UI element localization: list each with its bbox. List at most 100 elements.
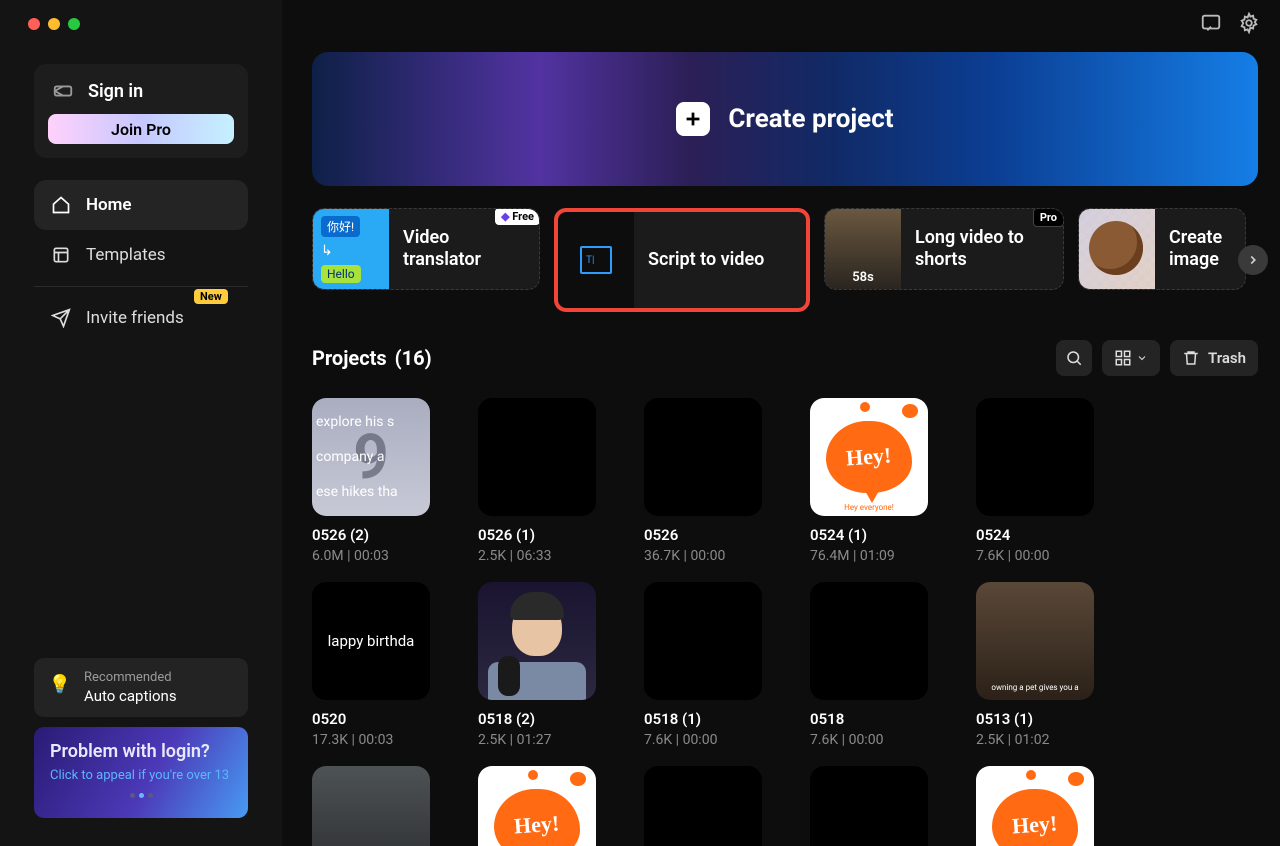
recommended-feature: Auto captions	[84, 687, 177, 705]
project-thumbnail	[644, 766, 762, 846]
tool-label: Script to video	[648, 249, 764, 272]
project-meta: 2.5K | 01:27	[478, 732, 596, 748]
project-thumbnail	[644, 398, 762, 516]
projects-count: (16)	[395, 346, 432, 370]
tools-scroll-right[interactable]	[1238, 245, 1268, 275]
tool-long-to-shorts[interactable]: 58s Long video to shorts Pro	[824, 208, 1064, 290]
sidebar-item-home[interactable]: Home	[34, 180, 248, 230]
project-thumbnail: Hey!Hey everyone!	[478, 766, 596, 846]
project-name: 0520	[312, 710, 430, 728]
project-thumbnail: Hey!Hey everyone!	[810, 398, 928, 516]
project-name: 0526 (1)	[478, 526, 596, 544]
feedback-icon[interactable]	[1200, 12, 1222, 34]
project-thumbnail: struggling with depression.	[312, 766, 430, 846]
project-meta: 2.5K | 01:02	[976, 732, 1094, 748]
project-name: 0526	[644, 526, 762, 544]
send-icon	[50, 307, 72, 329]
join-pro-button[interactable]: Join Pro	[48, 114, 234, 144]
project-meta: 6.0M | 00:03	[312, 548, 430, 564]
project-card[interactable]: 9explore his scompany aese hikes tha 0526…	[312, 398, 430, 564]
settings-icon[interactable]	[1238, 12, 1260, 34]
project-card[interactable]: owning a pet gives you a 0513 (1) 2.5K | 0…	[976, 582, 1094, 748]
project-meta: 7.6K | 00:00	[644, 732, 762, 748]
recommended-label: Recommended	[84, 670, 177, 685]
project-thumbnail: Hey!Hey everyone!	[976, 766, 1094, 846]
project-card[interactable]: 0526 (1) 2.5K | 06:33	[478, 398, 596, 564]
sidebar-item-label: Templates	[86, 245, 166, 265]
project-name: 0518 (1)	[644, 710, 762, 728]
home-icon	[50, 194, 72, 216]
project-thumbnail: lappy birthda	[312, 582, 430, 700]
lightbulb-icon: 💡	[48, 672, 72, 696]
sidebar-item-invite[interactable]: Invite friends New	[34, 293, 248, 343]
project-thumbnail	[810, 582, 928, 700]
tool-label: Create image	[1169, 227, 1231, 272]
sidebar-item-label: Invite friends	[86, 308, 184, 328]
project-card[interactable]: 0518 (2) 2.5K | 01:27	[478, 582, 596, 748]
account-block: Sign in Join Pro	[34, 64, 248, 158]
project-card[interactable]: Hey!Hey everyone!0511 (4)76.4M | 01:09	[478, 766, 596, 846]
recommended-card[interactable]: 💡 Recommended Auto captions	[34, 658, 248, 717]
view-toggle-button[interactable]	[1102, 340, 1160, 376]
project-card[interactable]: 0526 36.7K | 00:00	[644, 398, 762, 564]
sidebar-item-templates[interactable]: Templates	[34, 230, 248, 280]
tool-label: Long video to shorts	[915, 227, 1049, 272]
project-meta: 7.6K | 00:00	[976, 548, 1094, 564]
project-card[interactable]: 05187.6K | 00:00	[810, 582, 928, 748]
promo-card[interactable]: Problem with login? Click to appeal if y…	[34, 727, 248, 818]
tool-label: Video translator	[403, 227, 525, 272]
project-thumbnail	[976, 398, 1094, 516]
project-thumbnail: 9explore his scompany aese hikes tha	[312, 398, 430, 516]
project-name: 0526 (2)	[312, 526, 430, 544]
create-project-hero[interactable]: Create project	[312, 52, 1258, 186]
search-button[interactable]	[1056, 340, 1092, 376]
projects-title: Projects	[312, 346, 387, 370]
tool-thumb: 58s	[825, 209, 901, 289]
create-project-label: Create project	[728, 104, 893, 134]
project-thumbnail	[478, 398, 596, 516]
tool-create-image[interactable]: Create image	[1078, 208, 1246, 290]
project-name: 0513 (1)	[976, 710, 1094, 728]
project-card[interactable]: 0524 7.6K | 00:00	[976, 398, 1094, 564]
project-name: 0524	[976, 526, 1094, 544]
project-card[interactable]: 0518 (1) 7.6K | 00:00	[644, 582, 762, 748]
pro-badge: Pro	[1033, 208, 1064, 227]
project-card[interactable]: Hey!Hey everyone!0524 (1)76.4M | 01:09	[810, 398, 928, 564]
projects-grid: 9explore his scompany aese hikes tha 0526…	[312, 398, 1258, 846]
tool-video-translator[interactable]: 你好! ↳ Hello Video translator ◆ Free	[312, 208, 540, 290]
project-thumbnail	[478, 582, 596, 700]
close-dot[interactable]	[28, 18, 40, 30]
project-card[interactable]: lappy birthda 0520 17.3K | 00:03	[312, 582, 430, 748]
project-meta: 2.5K | 06:33	[478, 548, 596, 564]
project-meta: 36.7K | 00:00	[644, 548, 762, 564]
sign-in-button[interactable]: Sign in	[48, 76, 234, 114]
trash-button[interactable]: Trash	[1170, 340, 1258, 376]
project-thumbnail: owning a pet gives you a	[976, 582, 1094, 700]
tool-thumb	[1079, 209, 1155, 289]
capcut-logo-icon	[52, 80, 74, 102]
tool-script-to-video[interactable]: T| Script to video	[554, 208, 810, 312]
new-badge: New	[194, 289, 228, 304]
free-badge: ◆ Free	[495, 208, 540, 225]
project-meta: 7.6K | 00:00	[810, 732, 928, 748]
project-meta: 17.3K | 00:03	[312, 732, 430, 748]
promo-title: Problem with login?	[50, 741, 232, 762]
project-name: 0518 (2)	[478, 710, 596, 728]
sidebar-item-label: Home	[86, 195, 132, 215]
tool-thumb: 你好! ↳ Hello	[313, 209, 389, 289]
templates-icon	[50, 244, 72, 266]
project-thumbnail	[810, 766, 928, 846]
tool-thumb: T|	[558, 212, 634, 308]
project-card[interactable]: struggling with depression.051376.4M | 0…	[312, 766, 430, 846]
project-meta: 76.4M | 01:09	[810, 548, 928, 564]
project-card[interactable]: Hey!Hey everyone!	[976, 766, 1094, 846]
promo-subtitle: Click to appeal if you're over 13	[50, 768, 232, 785]
sidebar-divider	[34, 286, 248, 287]
project-card[interactable]	[644, 766, 762, 846]
project-thumbnail	[644, 582, 762, 700]
minimize-dot[interactable]	[48, 18, 60, 30]
maximize-dot[interactable]	[68, 18, 80, 30]
window-controls	[0, 0, 282, 30]
tools-row: 你好! ↳ Hello Video translator ◆ Free T| S…	[312, 208, 1258, 312]
project-card[interactable]	[810, 766, 928, 846]
